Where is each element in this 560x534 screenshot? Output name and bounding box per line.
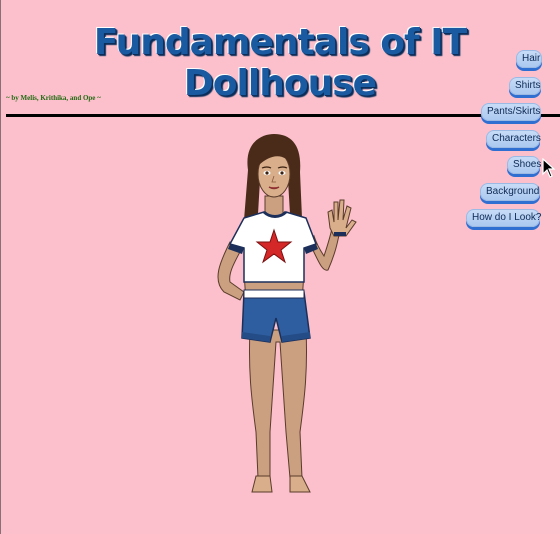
authors-byline: ~ by Melis, Krithika, and Ope ~ [6,94,101,102]
mouse-pointer-icon [542,158,556,178]
how-do-i-look-button[interactable]: How do I Look? [466,209,542,227]
doll-neck [264,195,284,217]
shoes-button[interactable]: Shoes [507,156,541,174]
shirts-button[interactable]: Shirts [509,77,541,95]
characters-button[interactable]: Characters [486,130,541,148]
hair-button[interactable]: Hair [516,50,542,68]
doll-waving-hand [327,199,357,237]
header-divider [6,114,560,117]
pants-skirts-button[interactable]: Pants/Skirts [481,103,541,121]
background-button[interactable]: Background [480,183,540,201]
doll-character [217,134,357,493]
doll-legs [248,329,308,479]
page-title: Fundamentals of IT Dollhouse [93,22,467,104]
